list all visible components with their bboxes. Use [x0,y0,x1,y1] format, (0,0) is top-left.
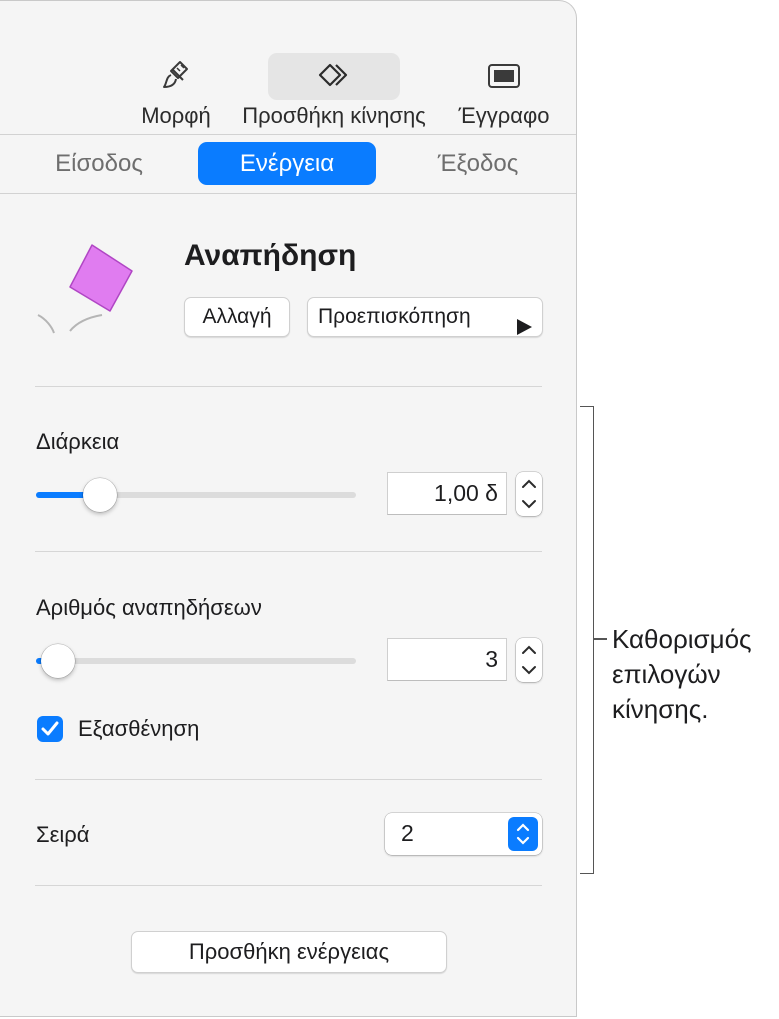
duration-stepper[interactable] [516,472,542,516]
inspector-panel: Μορφή Προσθήκη κίνησης Έγγραφο Είσοδος Ε… [0,0,577,1017]
format-tab[interactable]: Μορφή [134,53,218,133]
checkmark-icon [41,721,59,736]
divider [35,551,542,552]
order-label: Σειρά [36,822,90,847]
divider [35,779,542,780]
animation-name: Αναπήδηση [184,239,357,272]
diamond-animate-icon [314,59,354,96]
bounces-field[interactable]: 3 [387,638,507,681]
stepper-arrows-icon [522,645,536,675]
document-tab-label: Έγγραφο [458,103,550,128]
tab-action[interactable]: Ενέργεια [198,142,376,185]
callout-line: κίνησης. [612,694,709,724]
tab-build-in[interactable]: Είσοδος [30,142,168,185]
paintbrush-icon [161,59,191,96]
preview-button-label: Προεπισκόπηση [318,305,471,328]
divider [35,885,542,886]
add-action-button[interactable]: Προσθήκη ενέργειας [131,931,447,973]
duration-label: Διάρκεια [36,429,120,454]
bounces-stepper[interactable] [516,638,542,682]
callout-bracket [580,406,594,874]
order-value: 2 [401,820,414,846]
fade-checkbox[interactable] [37,716,63,742]
callout-line: επιλογών [612,659,721,689]
popup-arrows-icon [508,817,538,851]
play-icon [516,310,532,348]
duration-slider-thumb[interactable] [83,478,117,512]
fade-label: Εξασθένηση [78,716,200,741]
change-animation-button[interactable]: Αλλαγή [184,297,290,337]
document-icon [487,63,521,94]
divider [35,386,542,387]
preview-button[interactable]: Προεπισκόπηση [307,297,543,337]
callout-tick [593,638,607,640]
animation-preview-thumbnail [30,237,150,342]
document-tab[interactable]: Έγγραφο [452,53,556,133]
inspector-toolbar: Μορφή Προσθήκη κίνησης Έγγραφο [0,1,576,134]
tabs-divider [0,193,576,194]
tab-build-out[interactable]: Έξοδος [410,142,546,185]
animate-tab-label: Προσθήκη κίνησης [242,103,426,128]
order-popup[interactable]: 2 [385,813,542,855]
callout-line: Καθορισμός [612,624,752,654]
stepper-arrows-icon [522,479,536,509]
animate-tab[interactable]: Προσθήκη κίνησης [228,53,440,133]
toolbar-divider [0,134,576,135]
duration-field[interactable]: 1,00 δ [387,472,507,515]
bounces-slider-thumb[interactable] [41,644,76,678]
format-tab-label: Μορφή [141,103,211,128]
bounces-slider-track[interactable] [36,658,356,664]
callout-text: Καθορισμός επιλογών κίνησης. [612,622,752,727]
bounces-label: Αριθμός αναπηδήσεων [36,595,262,620]
